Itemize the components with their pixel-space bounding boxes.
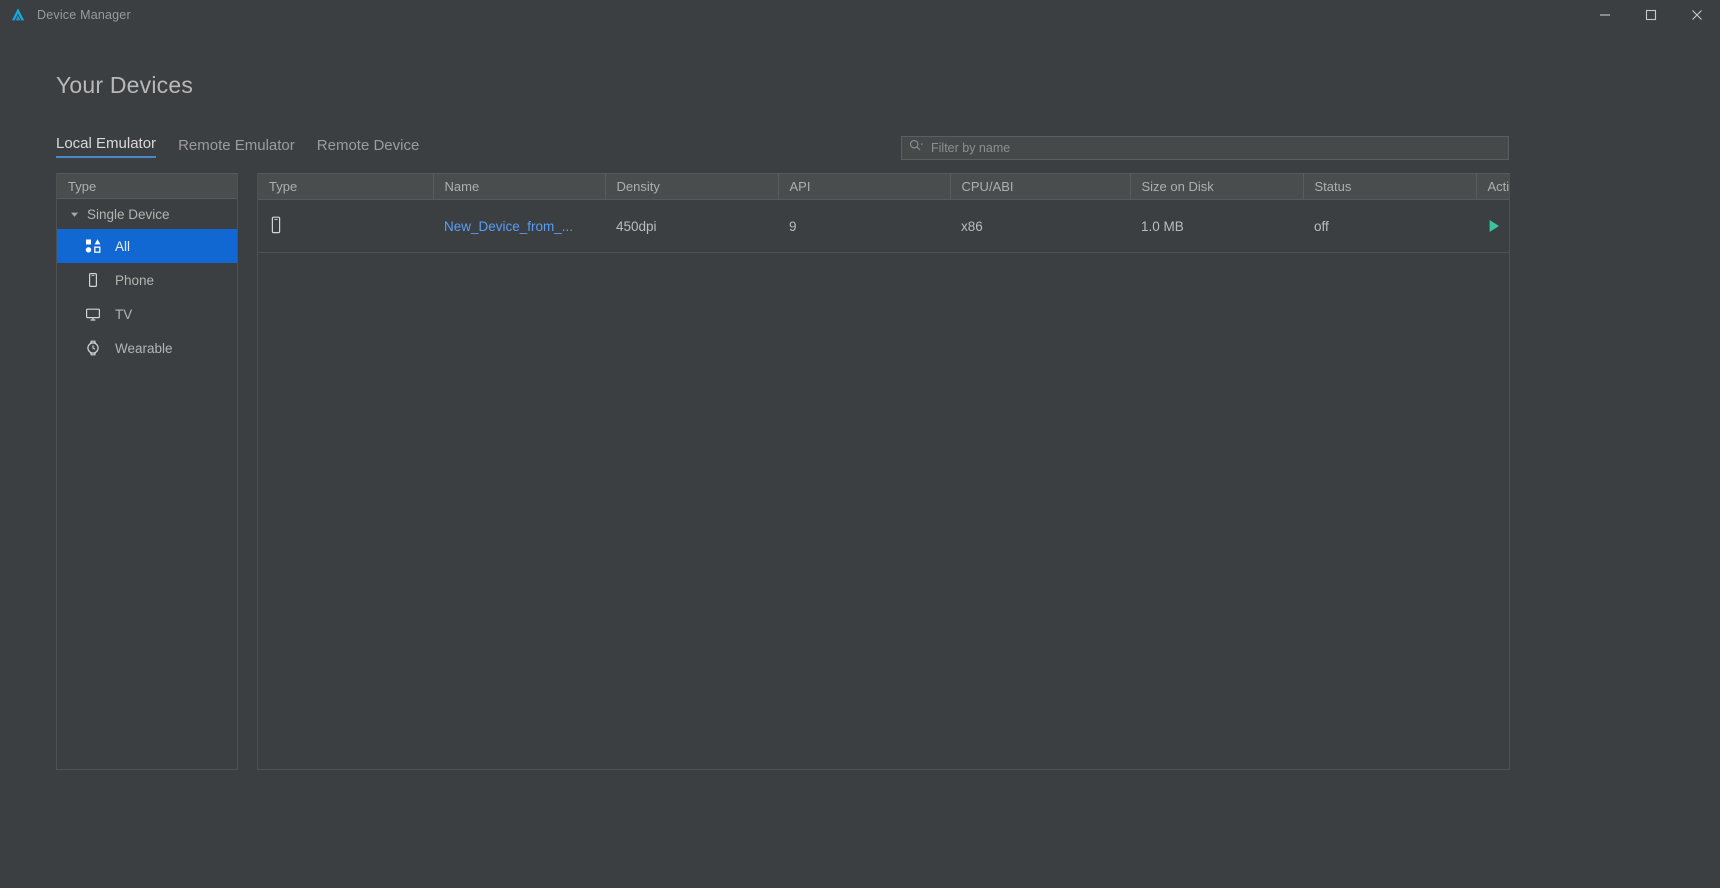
tree-group-label: Single Device — [87, 206, 170, 222]
sidebar-item-all[interactable]: All — [57, 229, 237, 263]
android-studio-logo-icon — [9, 6, 27, 24]
type-panel: Type Single Device All Phone TV Wearable — [56, 173, 238, 770]
sidebar-item-label: Phone — [115, 272, 155, 288]
title-bar: Device Manager — [0, 0, 1720, 30]
tv-icon — [85, 306, 101, 322]
bottom-bar: Help Refresh Local Emulator Location: Ed… — [0, 848, 1720, 888]
play-icon[interactable] — [1484, 216, 1504, 236]
caret-down-icon[interactable] — [68, 210, 80, 219]
cell-type — [258, 199, 433, 253]
cell-actions — [1476, 199, 1509, 253]
tree-group-single-device[interactable]: Single Device — [57, 199, 237, 229]
sidebar-item-tv[interactable]: TV — [57, 297, 237, 331]
watch-icon — [85, 340, 101, 356]
cell-cpu-abi: x86 — [950, 199, 1130, 253]
search-icon — [909, 139, 924, 157]
column-header-status[interactable]: Status — [1303, 173, 1477, 200]
tab-bar: Local Emulator Remote Emulator Remote De… — [56, 135, 419, 158]
table-header-row: Type Name Density API CPU/ABI Size on Di… — [258, 173, 1509, 200]
page-body: Your Devices Local Emulator Remote Emula… — [0, 30, 1720, 888]
column-header-density[interactable]: Density — [605, 173, 779, 200]
search-input-placeholder: Filter by name — [931, 141, 1011, 155]
window-controls — [1582, 0, 1720, 30]
sidebar-item-phone[interactable]: Phone — [57, 263, 237, 297]
tab-local-emulator[interactable]: Local Emulator — [56, 135, 157, 158]
device-name-link[interactable]: New_Device_from_... — [444, 219, 573, 234]
sidebar-item-label: All — [115, 238, 131, 254]
sidebar-item-label: TV — [115, 306, 133, 322]
cell-api: 9 — [778, 199, 950, 253]
column-header-name[interactable]: Name — [433, 173, 606, 200]
cell-status: off — [1303, 199, 1476, 253]
column-header-type[interactable]: Type — [258, 173, 434, 200]
tab-remote-device[interactable]: Remote Device — [317, 137, 420, 158]
column-header-actions: Actions — [1476, 173, 1509, 200]
maximize-button[interactable] — [1628, 0, 1674, 30]
page-title: Your Devices — [56, 72, 194, 98]
all-shapes-icon — [85, 238, 101, 254]
tab-remote-emulator[interactable]: Remote Emulator — [178, 137, 295, 158]
phone-icon — [269, 216, 283, 237]
column-header-api[interactable]: API — [778, 173, 951, 200]
window-title: Device Manager — [37, 8, 131, 22]
cell-size-on-disk: 1.0 MB — [1130, 199, 1303, 253]
filter-input-container[interactable]: Filter by name — [901, 136, 1509, 160]
column-header-size-on-disk[interactable]: Size on Disk — [1130, 173, 1304, 200]
type-panel-header: Type — [57, 173, 237, 199]
phone-icon — [85, 272, 101, 288]
table-row[interactable]: New_Device_from_... 450dpi 9 x86 1.0 MB … — [258, 199, 1509, 253]
cell-density: 450dpi — [605, 199, 778, 253]
devices-table-container: Type Name Density API CPU/ABI Size on Di… — [257, 173, 1510, 770]
sidebar-item-label: Wearable — [115, 340, 173, 356]
close-button[interactable] — [1674, 0, 1720, 30]
sidebar-item-wearable[interactable]: Wearable — [57, 331, 237, 365]
column-header-cpu-abi[interactable]: CPU/ABI — [950, 173, 1131, 200]
minimize-button[interactable] — [1582, 0, 1628, 30]
devices-table: Type Name Density API CPU/ABI Size on Di… — [258, 173, 1509, 253]
cell-name[interactable]: New_Device_from_... — [433, 199, 605, 253]
